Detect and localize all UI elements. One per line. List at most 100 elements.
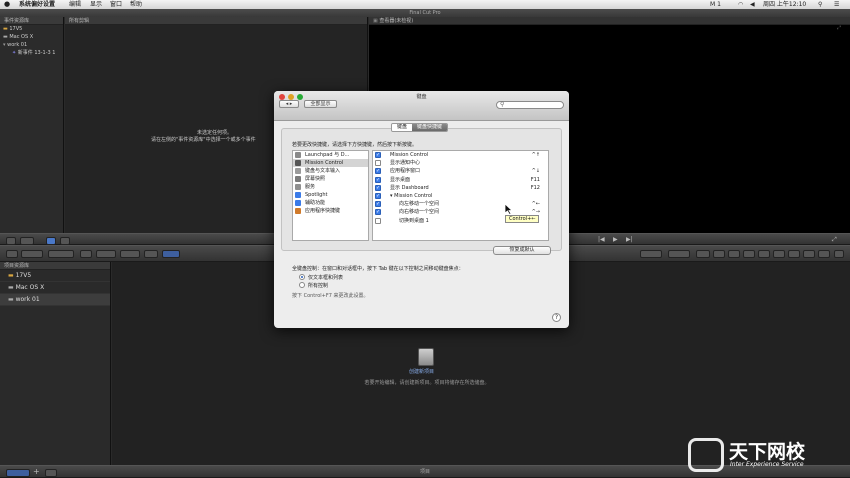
event-library-item[interactable]: ▬ Mac OS X [0,33,63,41]
folder-icon[interactable] [45,469,57,477]
photos-icon[interactable] [713,250,725,258]
shortcut-checkbox[interactable]: ✓ [375,192,381,199]
shortcut-row[interactable]: ✓ 显示 Dashboard F12 [373,184,548,192]
notification-center-icon[interactable]: ☰ [834,0,839,9]
connect-clip-icon[interactable] [96,250,116,258]
shortcut-key[interactable]: ^↑ [532,151,540,159]
event-library-item[interactable]: ▾ work 01 [0,41,63,49]
restore-defaults-button[interactable]: 恢复成默认 [493,246,551,255]
new-project-icon[interactable] [418,348,434,366]
status-m-indicator[interactable]: M 1 [710,0,721,9]
play-icon[interactable]: ▶ [613,236,618,243]
shortcut-checkbox[interactable]: ✓ [375,168,381,175]
category-item[interactable]: Spotlight [293,191,368,199]
list-view-icon[interactable] [46,237,56,245]
project-library-toggle-icon[interactable] [6,469,30,477]
menu-app[interactable]: 系统偏好设置 [19,0,55,9]
shortcut-row[interactable]: ✓ 应用程序窗口 ^↓ [373,167,548,175]
shortcut-checkbox[interactable]: ✓ [375,201,381,208]
shortcut-label: 显示 Dashboard [390,184,429,191]
themes-icon[interactable] [773,250,785,258]
record-voiceover-icon[interactable] [6,250,18,258]
previous-frame-icon[interactable]: |◀ [598,236,605,243]
event-library-item[interactable]: ▬ 17V5 [0,25,63,33]
project-library-item[interactable]: ▬ Mac OS X [0,282,110,294]
shortcut-row[interactable]: ✓ Mission Control ^↑ [373,151,548,159]
shortcut-row[interactable]: ✓ ▾ Mission Control [373,192,548,200]
search-field[interactable]: ⚲ [496,101,564,109]
window-titlebar: 键盘 ◂ ▸ 全部显示 ⚲ [274,91,569,121]
menu-help[interactable]: 帮助 [130,0,142,9]
clock[interactable]: 周四 上午12:10 [763,0,806,9]
project-library: 项目资源库 ▬ 17V5 ▬ Mac OS X ▬ work 01 [0,262,111,465]
shortcut-row[interactable]: ✓ 显示桌面 F11 [373,176,548,184]
filmstrip-view-icon[interactable] [60,237,70,245]
titles-icon[interactable] [743,250,755,258]
magnify-icon[interactable] [80,250,92,258]
wifi-icon[interactable]: ◠ [738,0,743,9]
shortcut-checkbox[interactable] [375,217,381,224]
category-label: Mission Control [305,160,344,166]
shortcut-key[interactable]: F11 [531,176,540,184]
category-item[interactable]: 服务 [293,183,368,191]
shortcut-label: 应用程序窗口 [390,168,421,175]
effects-icon[interactable] [803,250,815,258]
new-project-label[interactable]: 创建新项目 [409,368,434,375]
clip-appearance-icon[interactable] [20,237,34,245]
add-project-icon[interactable]: + [33,467,40,476]
share-icon[interactable] [818,250,830,258]
category-item[interactable]: 屏幕快照 [293,175,368,183]
share-menu-icon[interactable] [834,250,844,258]
empty-hint: 请在左侧的"事件资源库"中选择一个或多个事件 [151,137,256,143]
fullscreen-icon[interactable]: ⤢ [832,236,837,244]
shortcut-key[interactable]: F12 [531,184,540,192]
project-library-item[interactable]: ▬ work 01 [0,294,110,306]
help-button[interactable]: ? [552,313,561,322]
shortcut-checkbox[interactable]: ✓ [375,209,381,216]
app-shortcuts-icon [295,208,301,214]
viewer-expand-icon[interactable]: ⤢ [837,25,841,31]
keyword-icon[interactable] [48,250,74,258]
category-item[interactable]: Mission Control [293,159,368,167]
next-frame-icon[interactable]: ▶| [626,236,633,243]
back-forward-control[interactable]: ◂ ▸ [279,100,299,108]
shortcut-checkbox[interactable]: ✓ [375,176,381,183]
transitions-icon[interactable] [788,250,800,258]
category-item[interactable]: 辅助功能 [293,199,368,207]
radio-text-boxes-and-lists[interactable] [299,274,305,280]
shortcut-key[interactable]: ^↓ [532,167,540,175]
shortcut-key[interactable]: ^← [532,200,540,208]
project-library-item[interactable]: ▬ 17V5 [0,270,110,282]
menu-view[interactable]: 显示 [90,0,102,9]
shortcut-checkbox[interactable]: ✓ [375,184,381,191]
category-item[interactable]: 应用程序快捷键 [293,207,368,215]
enhance-icon[interactable] [640,250,662,258]
import-media-icon[interactable] [21,250,43,258]
select-tool-icon[interactable] [162,250,180,258]
spotlight-search-icon[interactable]: ⚲ [818,0,822,9]
radio-all-controls[interactable] [299,282,305,288]
category-item[interactable]: 键盘与文本输入 [293,167,368,175]
color-icon[interactable] [668,250,690,258]
music-icon[interactable] [728,250,740,258]
generators-icon[interactable] [758,250,770,258]
insert-clip-icon[interactable] [120,250,140,258]
mouse-cursor-icon [505,204,513,215]
tab-keyboard[interactable]: 键盘 [392,124,413,131]
shortcut-row[interactable]: ✓ 向左移动一个空间 ^← [373,200,548,208]
volume-icon[interactable]: ◀ [750,0,755,9]
apple-menu-icon[interactable]: ● [4,0,10,9]
event-library-item[interactable]: ✦ 新事件 13-1-3 1 [0,49,63,57]
show-all-button[interactable]: 全部显示 [304,100,337,108]
inspector-icon[interactable] [696,250,710,258]
shortcut-checkbox[interactable] [375,160,381,167]
shortcut-row[interactable]: 显示通知中心 [373,159,548,167]
category-item[interactable]: Launchpad 与 D... [293,151,368,159]
tab-keyboard-shortcuts[interactable]: 键盘快捷键 [412,124,448,131]
screenshot-icon [295,176,301,182]
menu-window[interactable]: 窗口 [110,0,122,9]
edit-mode-icon[interactable] [144,250,158,258]
menu-edit[interactable]: 编辑 [69,0,81,9]
filmstrip-toggle-icon[interactable] [6,237,16,245]
shortcut-checkbox[interactable]: ✓ [375,152,381,158]
